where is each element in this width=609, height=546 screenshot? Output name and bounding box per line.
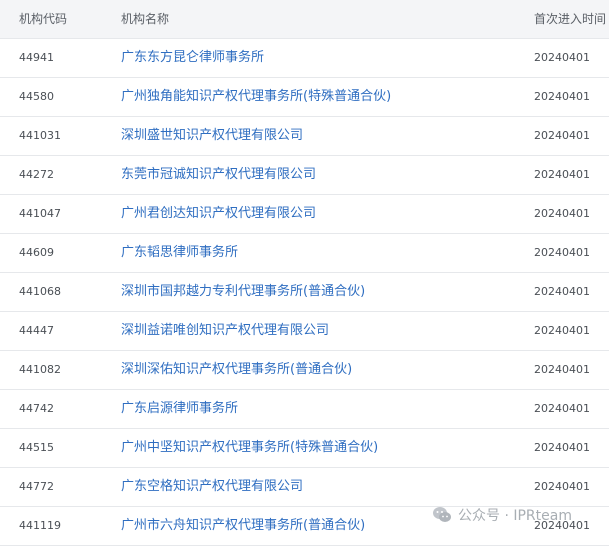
table-row: 44580 广州独角能知识产权代理事务所(特殊普通合伙) 20240401 [0,78,609,117]
header-code: 机构代码 [19,12,68,26]
row-code: 44742 [19,402,54,415]
row-name-link[interactable]: 广州君创达知识产权代理有限公司 [121,195,316,233]
row-date: 20240401 [534,285,590,298]
table-row: 441068 深圳市国邦越力专利代理事务所(普通合伙) 20240401 [0,273,609,312]
watermark-label: 公众号 · IPRteam [458,508,572,524]
row-date: 20240401 [534,129,590,142]
row-date: 20240401 [534,441,590,454]
institution-table: 机构代码 机构名称 首次进入时间 44941 广东东方昆仑律师事务所 20240… [0,0,609,546]
table-header: 机构代码 机构名称 首次进入时间 [0,0,609,39]
row-code: 44447 [19,324,54,337]
table-row: 44742 广东启源律师事务所 20240401 [0,390,609,429]
row-code: 441082 [19,363,61,376]
watermark: 公众号 · IPRteam [432,504,572,526]
table-row: 441031 深圳盛世知识产权代理有限公司 20240401 [0,117,609,156]
table-row: 441082 深圳深佑知识产权代理事务所(普通合伙) 20240401 [0,351,609,390]
row-code: 441119 [19,519,61,532]
row-date: 20240401 [534,402,590,415]
row-date: 20240401 [534,90,590,103]
row-date: 20240401 [534,246,590,259]
table-row: 44772 广东空格知识产权代理有限公司 20240401 [0,468,609,507]
table-row: 44447 深圳益诺唯创知识产权代理有限公司 20240401 [0,312,609,351]
table-row: 44941 广东东方昆仑律师事务所 20240401 [0,39,609,78]
row-date: 20240401 [534,480,590,493]
row-code: 44272 [19,168,54,181]
row-name-link[interactable]: 广东空格知识产权代理有限公司 [121,468,303,506]
header-name: 机构名称 [121,12,170,26]
row-name-link[interactable]: 广东东方昆仑律师事务所 [121,39,264,77]
table-row: 441047 广州君创达知识产权代理有限公司 20240401 [0,195,609,234]
row-code: 441047 [19,207,61,220]
row-name-link[interactable]: 广州市六舟知识产权代理事务所(普通合伙) [121,507,365,545]
table-row: 44609 广东韬思律师事务所 20240401 [0,234,609,273]
row-name-link[interactable]: 东莞市冠诚知识产权代理有限公司 [121,156,316,194]
row-code: 44941 [19,51,54,64]
row-date: 20240401 [534,363,590,376]
row-code: 441031 [19,129,61,142]
wechat-icon [432,505,452,525]
row-name-link[interactable]: 深圳盛世知识产权代理有限公司 [121,117,303,155]
row-code: 44580 [19,90,54,103]
row-code: 441068 [19,285,61,298]
table-row: 44272 东莞市冠诚知识产权代理有限公司 20240401 [0,156,609,195]
row-name-link[interactable]: 广东韬思律师事务所 [121,234,238,272]
row-date: 20240401 [534,324,590,337]
row-name-link[interactable]: 广东启源律师事务所 [121,390,238,428]
row-date: 20240401 [534,168,590,181]
table-row: 44515 广州中坚知识产权代理事务所(特殊普通合伙) 20240401 [0,429,609,468]
row-code: 44772 [19,480,54,493]
row-code: 44609 [19,246,54,259]
row-name-link[interactable]: 深圳深佑知识产权代理事务所(普通合伙) [121,351,352,389]
row-date: 20240401 [534,207,590,220]
row-date: 20240401 [534,51,590,64]
row-name-link[interactable]: 广州中坚知识产权代理事务所(特殊普通合伙) [121,429,378,467]
row-name-link[interactable]: 深圳市国邦越力专利代理事务所(普通合伙) [121,273,365,311]
header-date: 首次进入时间 [534,12,607,26]
row-code: 44515 [19,441,54,454]
row-name-link[interactable]: 深圳益诺唯创知识产权代理有限公司 [121,312,329,350]
row-name-link[interactable]: 广州独角能知识产权代理事务所(特殊普通合伙) [121,78,391,116]
